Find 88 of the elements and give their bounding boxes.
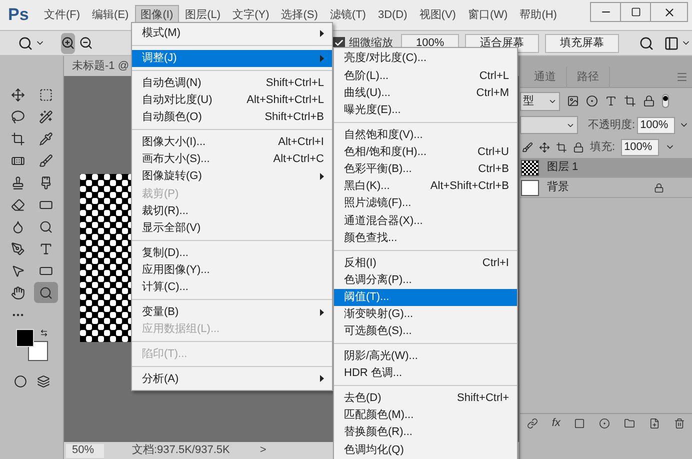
app-logo: Ps xyxy=(8,4,30,26)
menu-item[interactable]: 画布大小(S)... Alt+Ctrl+C xyxy=(132,150,332,168)
close-icon xyxy=(662,6,676,18)
menu-item[interactable]: 调整(J) xyxy=(132,50,332,67)
document-info: 文档:937.5K/937.5K xyxy=(132,442,230,458)
menu-bar-item[interactable]: 文件(F) xyxy=(38,5,86,25)
panel-layout-icon xyxy=(664,36,680,50)
menu-item[interactable]: 分析(A) xyxy=(132,370,332,388)
menu-item[interactable]: 色调分离(P)... xyxy=(334,271,517,289)
opacity-field[interactable]: 100% xyxy=(637,116,676,134)
menu-bar-item[interactable]: 文字(Y) xyxy=(226,5,276,25)
maximize-icon xyxy=(630,7,640,17)
menu-item[interactable]: 自动颜色(O) Shift+Ctrl+B xyxy=(132,108,332,126)
menu-item[interactable]: 变量(B) xyxy=(132,304,332,321)
lock-position-icon xyxy=(539,142,550,152)
layer-lock-icon xyxy=(654,182,664,192)
menu-item[interactable]: 通道混合器(X)... xyxy=(334,212,517,230)
menu-item[interactable]: 自动色调(N) Shift+Ctrl+L xyxy=(132,74,332,92)
fill-label: 填充: xyxy=(590,140,616,155)
menu-item[interactable]: 曲线(U)... Ctrl+M xyxy=(334,84,517,102)
new-group-icon xyxy=(624,418,636,429)
menu-item[interactable]: 黑白(K)... Alt+Shift+Ctrl+B xyxy=(334,178,517,196)
menu-bar-item[interactable]: 窗口(W) xyxy=(462,5,514,25)
zoom-tool-icon[interactable] xyxy=(34,282,58,303)
layer-name: 图层 1 xyxy=(547,160,578,176)
menu-item[interactable]: 亮度/对比度(C)... xyxy=(334,50,517,68)
menu-item[interactable]: HDR 色调... xyxy=(334,364,517,382)
layer-style-button[interactable]: fx xyxy=(552,415,560,432)
menu-item[interactable]: 应用图像(Y)... xyxy=(132,262,332,279)
menu-item[interactable]: 自然饱和度(V)... xyxy=(334,126,517,144)
menu-bar-item[interactable]: 图层(L) xyxy=(179,5,227,25)
menu-bar-item[interactable]: 帮助(H) xyxy=(514,5,563,25)
zoom-in-button[interactable] xyxy=(61,32,75,54)
filter-toggle[interactable] xyxy=(662,94,669,108)
fill-field[interactable]: 100% xyxy=(621,138,660,156)
layer-row[interactable]: 背景 xyxy=(520,178,692,198)
menu-item[interactable]: 自动对比度(U) Alt+Shift+Ctrl+L xyxy=(132,92,332,109)
menu-item[interactable]: 渐变映射(G)... xyxy=(334,306,517,323)
menu-item[interactable]: 匹配颜色(M)... xyxy=(334,406,517,424)
search-button[interactable] xyxy=(639,36,654,50)
lock-all-icon xyxy=(573,142,584,152)
zoom-tool-preset-button[interactable] xyxy=(18,36,45,50)
type-filter-icon xyxy=(605,95,617,107)
pixel-filter-icon xyxy=(567,95,579,107)
menu-item[interactable]: 复制(D)... xyxy=(132,244,332,262)
zoom-icon xyxy=(18,36,33,50)
menu-item[interactable]: 去色(D) Shift+Ctrl+ xyxy=(334,390,517,407)
delete-layer-icon xyxy=(674,418,685,429)
layer-row[interactable]: 图层 1 xyxy=(520,158,692,178)
menu-item[interactable]: 替换颜色(R)... xyxy=(334,424,517,442)
status-menu-arrow[interactable]: > xyxy=(260,442,266,459)
zoom-level-field[interactable]: 50% xyxy=(66,444,104,458)
menu-bar-item[interactable]: 滤镜(T) xyxy=(324,5,372,25)
option-button[interactable]: 填充屏幕 xyxy=(545,34,620,52)
menu-item[interactable]: 色彩平衡(B)... Ctrl+B xyxy=(334,160,517,178)
background-color-swatch[interactable] xyxy=(28,341,48,361)
menu-item[interactable]: 色调均化(Q) xyxy=(334,441,517,458)
menu-item[interactable]: 照片滤镜(F)... xyxy=(334,195,517,212)
menu-item[interactable]: 计算(C)... xyxy=(132,278,332,296)
menu-bar-item[interactable]: 编辑(E) xyxy=(86,5,135,25)
menu-item[interactable]: 模式(M) xyxy=(132,25,332,42)
menu-item[interactable]: 显示全部(V) xyxy=(132,220,332,237)
layer-thumbnail xyxy=(522,160,538,174)
workspace-button[interactable] xyxy=(664,36,692,50)
menu-bar-item[interactable]: 选择(S) xyxy=(275,5,324,25)
link-layers-icon xyxy=(526,418,538,429)
menu-item[interactable]: 图像大小(I)... Alt+Ctrl+I xyxy=(132,134,332,151)
swap-colors-icon[interactable] xyxy=(40,329,48,337)
menu-bar-item[interactable]: 3D(D) xyxy=(372,5,414,25)
quick-mask-icon xyxy=(14,375,26,388)
menu-item[interactable]: 可选颜色(S)... xyxy=(334,323,517,340)
menu-item[interactable]: 曝光度(E)... xyxy=(334,102,517,119)
menu-item[interactable]: 反相(I) Ctrl+I xyxy=(334,254,517,272)
menu-item[interactable]: 图像旋转(G) xyxy=(132,168,332,186)
menu-item[interactable]: 色阶(L)... Ctrl+L xyxy=(334,67,517,84)
filter-kind-dropdown[interactable]: 型 xyxy=(520,92,560,110)
foreground-color-swatch[interactable] xyxy=(16,329,34,347)
menu-bar-item[interactable]: 视图(V) xyxy=(413,5,462,25)
menu-item[interactable]: 阴影/高光(W)... xyxy=(334,348,517,365)
menu-item[interactable]: 色相/饱和度(H)... Ctrl+U xyxy=(334,144,517,161)
layer-name: 背景 xyxy=(547,180,569,196)
menu-item[interactable]: 阈值(T)... xyxy=(334,288,517,306)
fine-zoom-label: 细微缩放 xyxy=(349,36,393,51)
menu-item[interactable]: 裁切(R)... xyxy=(132,202,332,220)
opacity-label: 不透明度: xyxy=(588,118,636,133)
menu-item[interactable]: 颜色查找... xyxy=(334,229,517,247)
new-layer-icon xyxy=(649,418,660,429)
lock-pixels-icon xyxy=(522,142,533,152)
